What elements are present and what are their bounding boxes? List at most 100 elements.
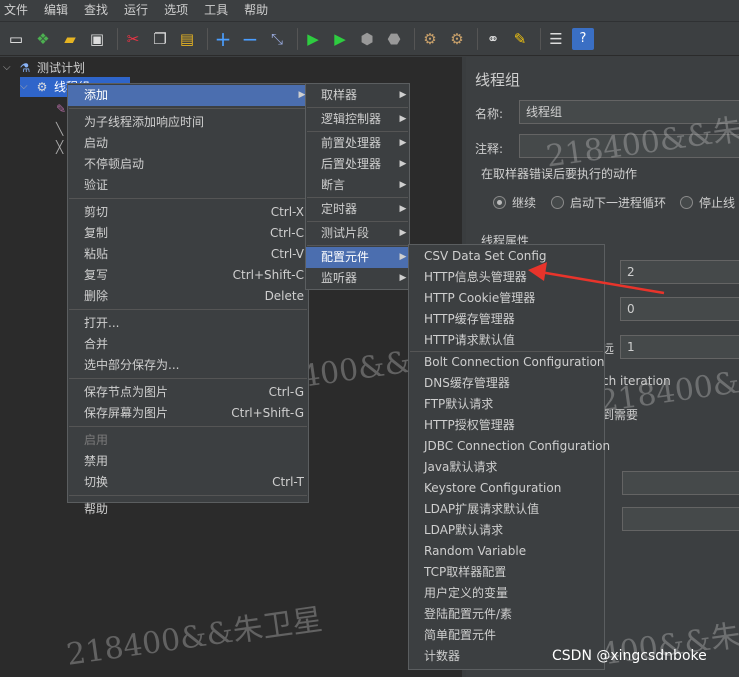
menu-item[interactable]: 查找 [76, 0, 116, 21]
add-submenu-item[interactable]: 取样器 ▶ [306, 85, 409, 106]
context-menu-item[interactable]: 帮助 [68, 499, 308, 520]
context-menu-item[interactable]: 添加 ▶ [68, 85, 308, 106]
config-submenu-item[interactable]: CSV Data Set Config [409, 246, 604, 267]
context-menu-item[interactable]: 为子线程添加响应时间 [68, 112, 308, 133]
context-menu-item[interactable]: 删除 Delete [68, 286, 308, 307]
add-submenu-item[interactable]: 逻辑控制器 ▶ [306, 109, 409, 130]
config-submenu-item[interactable]: DNS缓存管理器 [409, 373, 604, 394]
config-submenu-item[interactable]: TCP取样器配置 [409, 562, 604, 583]
child-icon: ✎ [56, 102, 67, 116]
config-submenu-item[interactable]: FTP默认请求 [409, 394, 604, 415]
ramp-up-field[interactable]: 0 [620, 297, 739, 321]
add-submenu-item[interactable]: 定时器 ▶ [306, 199, 409, 220]
radio-continue[interactable] [493, 196, 506, 209]
menu-item-label: 监听器 [321, 271, 358, 285]
context-menu-item[interactable]: 打开... [68, 313, 308, 334]
tree-node-label: 测试计划 [37, 61, 86, 75]
startup-delay-field[interactable] [622, 507, 739, 531]
function-helper-icon[interactable]: ☰ [545, 28, 567, 50]
search-icon[interactable]: ⚭ [482, 28, 504, 50]
config-submenu-item[interactable]: 简单配置元件 [409, 625, 604, 646]
add-submenu-item[interactable]: 配置元件 ▶ [306, 247, 409, 268]
save-icon[interactable]: ▣ [86, 28, 108, 50]
radio-start-next-loop[interactable] [551, 196, 564, 209]
menu-item[interactable]: 编辑 [36, 0, 76, 21]
config-submenu-item[interactable]: LDAP扩展请求默认值 [409, 499, 604, 520]
chevron-down-icon[interactable]: ⌵ [20, 77, 34, 97]
loop-count-field[interactable]: 1 [620, 335, 739, 359]
context-menu-item[interactable]: 合并 [68, 334, 308, 355]
context-menu-item[interactable]: 剪切 Ctrl-X [68, 202, 308, 223]
error-action-label: 在取样器错误后要执行的动作 [481, 167, 638, 181]
context-menu-item[interactable]: 不停顿启动 [68, 154, 308, 175]
menu-item[interactable]: 工具 [196, 0, 236, 21]
toolbar-separator [477, 27, 478, 50]
config-submenu-item[interactable]: LDAP默认请求 [409, 520, 604, 541]
context-menu-item[interactable]: 保存节点为图片 Ctrl-G [68, 382, 308, 403]
config-submenu-item[interactable]: HTTP授权管理器 [409, 415, 604, 436]
copy-icon[interactable]: ❐ [149, 28, 171, 50]
context-menu-item[interactable]: 启用 [68, 430, 308, 451]
cut-icon[interactable]: ✂ [122, 28, 144, 50]
tree-node-test-plan[interactable]: ⌵ ⚗ 测试计划 [3, 58, 85, 78]
toolbar-separator [207, 27, 208, 50]
add-submenu-item[interactable]: 前置处理器 ▶ [306, 133, 409, 154]
add-submenu-item[interactable]: 后置处理器 ▶ [306, 154, 409, 175]
thread-count-field[interactable]: 2 [620, 260, 739, 284]
add-submenu-item[interactable]: 测试片段 ▶ [306, 223, 409, 244]
context-menu-item[interactable]: 禁用 [68, 451, 308, 472]
name-field[interactable]: 线程组 [519, 100, 739, 124]
config-submenu-item[interactable]: HTTP Cookie管理器 [409, 288, 604, 309]
new-icon[interactable]: ▭ [5, 28, 27, 50]
config-submenu-item[interactable]: 登陆配置元件/素 [409, 604, 604, 625]
stop-icon[interactable]: ⬢ [356, 28, 378, 50]
clear-icon[interactable]: ⚙ [419, 28, 441, 50]
add-submenu-item[interactable]: 断言 ▶ [306, 175, 409, 196]
collapse-icon[interactable]: − [239, 28, 261, 50]
config-submenu-item[interactable]: Java默认请求 [409, 457, 604, 478]
menu-item[interactable]: 选项 [156, 0, 196, 21]
start-icon[interactable]: ▶ [302, 28, 324, 50]
radio-stop-thread[interactable] [680, 196, 693, 209]
menu-item-label: 登陆配置元件/素 [424, 607, 513, 621]
expand-icon[interactable]: + [212, 28, 234, 50]
menu-item[interactable]: 文件 [0, 0, 36, 21]
config-submenu-item[interactable]: JDBC Connection Configuration [409, 436, 610, 457]
context-menu-item[interactable]: 启动 [68, 133, 308, 154]
context-menu-item[interactable]: 复制 Ctrl-C [68, 223, 308, 244]
duration-field[interactable] [622, 471, 739, 495]
config-submenu-item[interactable]: Keystore Configuration [409, 478, 604, 499]
add-submenu-item[interactable]: 监听器 ▶ [306, 268, 409, 289]
child-icon: ╳ [56, 140, 64, 154]
reset-search-icon[interactable]: ✎ [509, 28, 531, 50]
menu-item[interactable]: 帮助 [236, 0, 276, 21]
help-icon[interactable]: ? [572, 27, 594, 50]
context-menu-item[interactable]: 验证 [68, 175, 308, 196]
open-icon[interactable]: ▰ [59, 28, 81, 50]
chevron-down-icon[interactable]: ⌵ [3, 58, 17, 78]
menu-separator [69, 108, 307, 109]
context-menu-item[interactable]: 粘贴 Ctrl-V [68, 244, 308, 265]
context-menu-item[interactable]: 复写 Ctrl+Shift-C [68, 265, 308, 286]
context-menu-item[interactable]: 保存屏幕为图片 Ctrl+Shift-G [68, 403, 308, 424]
menu-item-label: 后置处理器 [321, 157, 382, 171]
menu-item[interactable]: 运行 [116, 0, 156, 21]
config-submenu-item[interactable]: HTTP请求默认值 [409, 330, 604, 351]
start-no-pause-icon[interactable]: ▶ [329, 28, 351, 50]
context-menu-item[interactable]: 切换 Ctrl-T [68, 472, 308, 493]
menu-item-label: 添加 [84, 88, 109, 102]
clear-all-icon[interactable]: ⚙ [446, 28, 468, 50]
config-submenu-item[interactable]: Random Variable [409, 541, 604, 562]
config-submenu-item[interactable]: Bolt Connection Configuration [409, 352, 605, 373]
comment-field[interactable] [519, 134, 739, 158]
child-icon: ╲ [56, 122, 64, 136]
toggle-icon[interactable]: ⤡ [266, 28, 288, 50]
shutdown-icon[interactable]: ⬣ [383, 28, 405, 50]
paste-icon[interactable]: ▤ [176, 28, 198, 50]
config-submenu-item[interactable]: 用户定义的变量 [409, 583, 604, 604]
context-menu-item[interactable]: 选中部分保存为... [68, 355, 308, 376]
config-submenu-item[interactable]: HTTP缓存管理器 [409, 309, 604, 330]
templates-icon[interactable]: ❖ [32, 28, 54, 50]
need-fragment: 到需要 [602, 408, 639, 422]
config-submenu-item[interactable]: HTTP信息头管理器 [409, 267, 604, 288]
